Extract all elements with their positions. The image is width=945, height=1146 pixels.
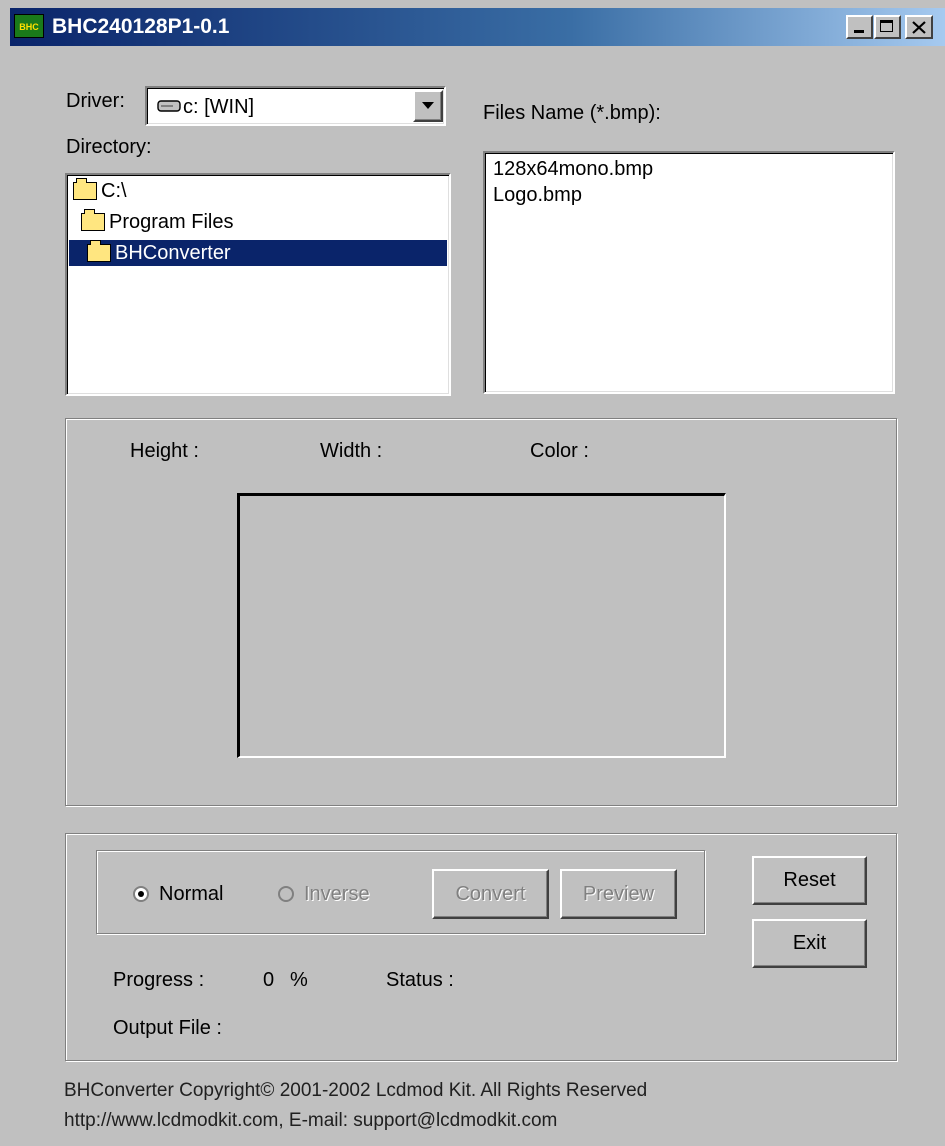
directory-list[interactable]: C:\ Program Files BHConverter	[65, 173, 451, 396]
open-folder-icon	[81, 209, 105, 231]
progress-unit: %	[290, 969, 308, 991]
radio-unchecked-icon	[278, 886, 294, 902]
preview-button[interactable]: Preview	[560, 869, 677, 919]
open-folder-icon	[73, 178, 97, 200]
radio-checked-icon	[133, 886, 149, 902]
driver-select[interactable]: c: [WIN]	[145, 86, 446, 126]
image-preview	[237, 493, 726, 758]
exit-button[interactable]: Exit	[752, 919, 867, 968]
normal-radio[interactable]: Normal	[133, 883, 223, 905]
title-bar[interactable]: BHC BHC240128P1-0.1	[10, 8, 945, 46]
window-title: BHC240128P1-0.1	[52, 15, 230, 38]
file-item[interactable]: 128x64mono.bmp	[493, 158, 653, 180]
driver-value: c: [WIN]	[183, 96, 255, 118]
contact-text: http://www.lcdmodkit.com, E-mail: suppor…	[64, 1110, 558, 1131]
app-icon: BHC	[14, 14, 44, 38]
minimize-button[interactable]	[846, 15, 873, 39]
file-item[interactable]: Logo.bmp	[493, 184, 582, 206]
maximize-icon	[880, 20, 893, 32]
minimize-icon	[854, 30, 864, 33]
height-label: Height :	[130, 440, 199, 462]
status-label: Status :	[386, 969, 454, 991]
directory-item-label: Program Files	[109, 210, 234, 233]
directory-item-program-files[interactable]: Program Files	[81, 209, 233, 235]
files-label: Files Name (*.bmp):	[483, 102, 661, 124]
chevron-down-icon	[422, 102, 434, 109]
directory-item-label: C:\	[101, 179, 127, 202]
close-button[interactable]	[905, 15, 933, 39]
driver-dropdown-button[interactable]	[413, 90, 443, 122]
directory-item-bhconverter[interactable]: BHConverter	[69, 240, 447, 266]
output-file-label: Output File :	[113, 1017, 222, 1039]
maximize-button[interactable]	[874, 15, 901, 39]
open-folder-icon	[87, 240, 111, 262]
files-list[interactable]: 128x64mono.bmp Logo.bmp	[483, 151, 895, 394]
progress-value: 0	[263, 969, 275, 991]
directory-item-label: BHConverter	[115, 241, 231, 264]
reset-button[interactable]: Reset	[752, 856, 867, 905]
convert-button[interactable]: Convert	[432, 869, 549, 919]
width-label: Width :	[320, 440, 383, 462]
close-icon	[912, 21, 926, 34]
normal-radio-label: Normal	[159, 883, 224, 905]
directory-item-root[interactable]: C:\	[73, 178, 127, 204]
inverse-radio[interactable]: Inverse	[278, 883, 370, 905]
copyright-text: BHConverter Copyright© 2001-2002 Lcdmod …	[64, 1080, 648, 1101]
driver-label: Driver:	[66, 90, 125, 112]
inverse-radio-label: Inverse	[304, 883, 370, 905]
progress-label: Progress :	[113, 969, 205, 991]
color-label: Color :	[530, 440, 589, 462]
directory-label: Directory:	[66, 136, 152, 158]
drive-icon	[157, 100, 181, 112]
